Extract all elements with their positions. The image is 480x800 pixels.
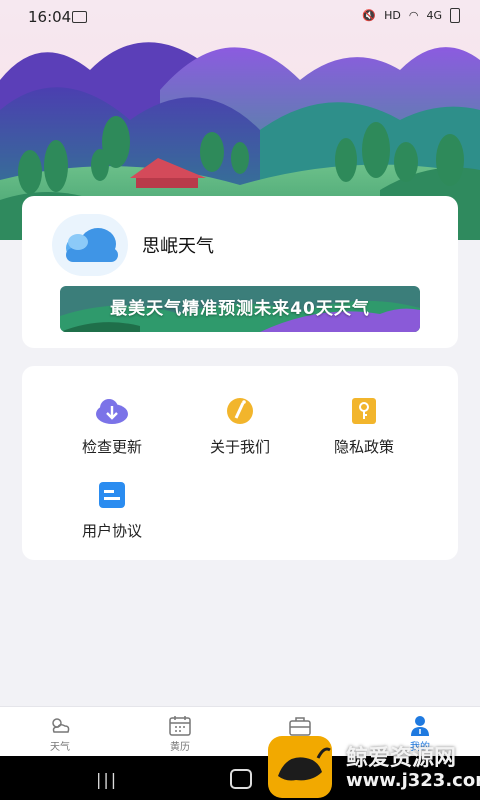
watermark: 鲸爱资源网 www.j323.com — [266, 732, 480, 800]
promo-banner[interactable]: 最美天气精准预测未来40天天气 — [60, 286, 420, 332]
battery-icon — [450, 8, 460, 23]
menu-item-about-us[interactable]: 关于我们 — [180, 394, 300, 457]
mute-icon: 🔇 — [362, 9, 377, 22]
app-name: 思岷天气 — [142, 236, 214, 257]
watermark-title: 鲸爱资源网 — [346, 746, 457, 771]
menu-item-label: 检查更新 — [81, 438, 142, 456]
calendar-icon — [169, 716, 191, 736]
whale-logo-icon — [268, 736, 332, 798]
cloud-download-icon — [92, 394, 132, 428]
signal-indicator: 4G — [426, 9, 442, 22]
home-button[interactable] — [230, 769, 252, 789]
tab-weather[interactable]: 天气 — [0, 707, 120, 757]
hd-indicator: HD — [384, 9, 401, 22]
settings-menu-card: 检查更新 关于我们 隐私政策 用户协议 — [22, 366, 458, 560]
tab-label: 黄历 — [170, 742, 190, 753]
menu-item-privacy-policy[interactable]: 隐私政策 — [304, 394, 424, 457]
wifi-icon: ◠ — [408, 9, 419, 22]
tab-label: 天气 — [50, 742, 70, 753]
tab-almanac[interactable]: 黄历 — [120, 707, 240, 757]
menu-item-user-agreement[interactable]: 用户协议 — [52, 478, 172, 541]
key-icon — [344, 394, 384, 428]
menu-item-label: 隐私政策 — [333, 438, 394, 456]
app-logo-cloud-icon — [52, 214, 128, 276]
watermark-url: www.j323.com — [346, 770, 480, 791]
promo-banner-text: 最美天气精准预测未来40天天气 — [110, 299, 370, 319]
document-icon — [92, 478, 132, 512]
menu-item-check-update[interactable]: 检查更新 — [52, 394, 172, 457]
menu-item-label: 关于我们 — [209, 438, 270, 456]
weather-icon — [52, 718, 70, 733]
status-bar: 16:04 🔇 HD ◠ 4G — [0, 0, 480, 34]
menu-item-label: 用户协议 — [81, 522, 142, 540]
status-time: 16:04 — [28, 8, 72, 26]
info-icon — [220, 394, 260, 428]
recent-apps-button[interactable]: ||| — [96, 770, 118, 789]
profile-card: 思岷天气 最美天气精准预测未来40天天气 — [22, 196, 458, 348]
image-notification-icon — [72, 11, 87, 23]
